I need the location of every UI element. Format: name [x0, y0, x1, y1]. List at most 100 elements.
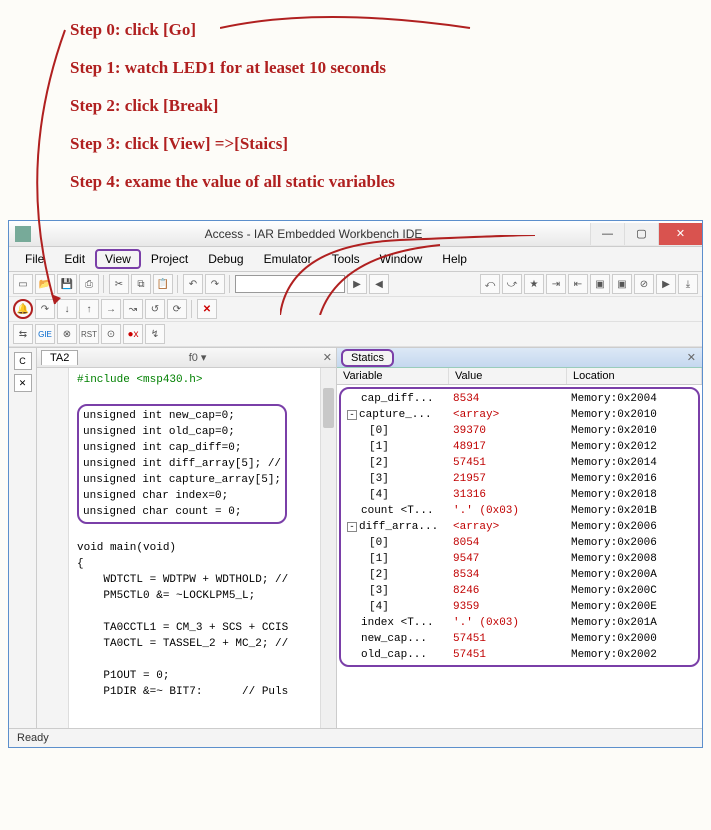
function-combo[interactable]: f0 ▾ — [189, 351, 207, 364]
statics-row[interactable]: count <T...'.' (0x03)Memory:0x201B — [341, 503, 698, 519]
statics-val-cell: 8246 — [453, 583, 571, 599]
undo-icon[interactable]: ↶ — [183, 274, 203, 294]
step-2: Step 2: click [Break] — [70, 96, 691, 116]
statics-val-cell: 39370 — [453, 423, 571, 439]
statics-row[interactable]: [3]8246Memory:0x200C — [341, 583, 698, 599]
statics-row[interactable]: [1]9547Memory:0x2008 — [341, 551, 698, 567]
statics-loc-cell: Memory:0x2018 — [571, 487, 698, 503]
statics-rows-highlight: cap_diff...8534Memory:0x2004-capture_...… — [339, 387, 700, 667]
statics-val-cell: 8534 — [453, 567, 571, 583]
scroll-thumb[interactable] — [323, 388, 334, 428]
statics-loc-cell: Memory:0x2006 — [571, 535, 698, 551]
col-variable[interactable]: Variable — [337, 368, 449, 384]
debug-go-icon[interactable]: ⤓ — [678, 274, 698, 294]
paste-icon[interactable]: 📋 — [153, 274, 173, 294]
statics-loc-cell: Memory:0x2002 — [571, 647, 698, 663]
menu-debug[interactable]: Debug — [198, 249, 253, 269]
autostep-icon[interactable]: ⟳ — [167, 299, 187, 319]
statics-var-cell: [4] — [341, 487, 453, 503]
redo-icon[interactable]: ↷ — [205, 274, 225, 294]
statics-var-cell: [3] — [341, 471, 453, 487]
menu-view[interactable]: View — [95, 249, 141, 269]
statics-loc-cell: Memory:0x2008 — [571, 551, 698, 567]
tool-e-icon[interactable]: ↯ — [145, 324, 165, 344]
reset-icon[interactable]: ↺ — [145, 299, 165, 319]
statics-val-cell: 8534 — [453, 391, 571, 407]
statics-row[interactable]: [4]9359Memory:0x200E — [341, 599, 698, 615]
strip-tab-x[interactable]: ✕ — [14, 374, 32, 392]
cut-icon[interactable]: ✂ — [109, 274, 129, 294]
statics-val-cell: 8054 — [453, 535, 571, 551]
compile-icon[interactable]: ▣ — [590, 274, 610, 294]
next-stmt-icon[interactable]: ↝ — [123, 299, 143, 319]
statics-row[interactable]: [2]57451Memory:0x2014 — [341, 455, 698, 471]
code-body[interactable]: #include <msp430.h> unsigned int new_cap… — [37, 368, 336, 728]
statics-row[interactable]: -diff_arra...<array>Memory:0x2006 — [341, 519, 698, 535]
statics-loc-cell: Memory:0x201A — [571, 615, 698, 631]
statics-row[interactable]: [0]8054Memory:0x2006 — [341, 535, 698, 551]
tool-a-icon[interactable]: ⇆ — [13, 324, 33, 344]
minimize-button[interactable]: — — [590, 223, 624, 245]
nav-icon-2[interactable]: ⇤ — [568, 274, 588, 294]
statics-val-cell: 57451 — [453, 647, 571, 663]
separator — [103, 275, 105, 293]
statics-val-cell: 21957 — [453, 471, 571, 487]
strip-tab-c[interactable]: C — [14, 352, 32, 370]
statics-tab[interactable]: Statics — [341, 349, 394, 367]
statics-loc-cell: Memory:0x2006 — [571, 519, 698, 535]
statics-val-cell: 9547 — [453, 551, 571, 567]
tree-toggle-icon[interactable]: - — [347, 522, 357, 532]
statics-row[interactable]: cap_diff...8534Memory:0x2004 — [341, 391, 698, 407]
statics-loc-cell: Memory:0x201B — [571, 503, 698, 519]
content-area: C ✕ TA2 f0 ▾ ✕ #include <msp430.h> unsig… — [9, 348, 702, 728]
col-value[interactable]: Value — [449, 368, 567, 384]
statics-row[interactable]: -capture_...<array>Memory:0x2010 — [341, 407, 698, 423]
statics-val-cell: '.' (0x03) — [453, 503, 571, 519]
maximize-button[interactable]: ▢ — [624, 223, 658, 245]
code-body-text: void main(void) { WDTCTL = WDTPW + WDTHO… — [77, 542, 288, 698]
statics-close-icon[interactable]: ✕ — [687, 351, 696, 364]
tool-b-icon[interactable]: ⊗ — [57, 324, 77, 344]
statics-var-cell: [1] — [341, 439, 453, 455]
statics-val-cell: 9359 — [453, 599, 571, 615]
statics-row[interactable]: [2]8534Memory:0x200A — [341, 567, 698, 583]
statics-var-cell: [0] — [341, 535, 453, 551]
statics-var-cell: -diff_arra... — [341, 519, 453, 535]
statics-row[interactable]: [0]39370Memory:0x2010 — [341, 423, 698, 439]
statics-var-cell: [1] — [341, 551, 453, 567]
statics-var-cell: [3] — [341, 583, 453, 599]
statics-row[interactable]: [1]48917Memory:0x2012 — [341, 439, 698, 455]
statics-row[interactable]: [4]31316Memory:0x2018 — [341, 487, 698, 503]
code-pane-close-icon[interactable]: ✕ — [323, 351, 332, 364]
make-icon[interactable]: ▣ — [612, 274, 632, 294]
tool-c-icon[interactable]: ⊙ — [101, 324, 121, 344]
break-icon[interactable]: ✕ — [197, 299, 217, 319]
col-location[interactable]: Location — [567, 368, 702, 384]
left-tool-strip: C ✕ — [9, 348, 37, 728]
statusbar: Ready — [9, 728, 702, 747]
code-scrollbar[interactable] — [320, 368, 336, 728]
close-button[interactable]: ✕ — [658, 223, 702, 245]
debug-icon[interactable]: ▶ — [656, 274, 676, 294]
statics-row[interactable]: new_cap...57451Memory:0x2000 — [341, 631, 698, 647]
statics-var-cell: new_cap... — [341, 631, 453, 647]
statics-row[interactable]: old_cap...57451Memory:0x2002 — [341, 647, 698, 663]
menu-project[interactable]: Project — [141, 249, 198, 269]
code-tab[interactable]: TA2 — [41, 350, 78, 365]
copy-icon[interactable]: ⧉ — [131, 274, 151, 294]
nav-icon[interactable]: ⇥ — [546, 274, 566, 294]
gie-icon[interactable]: GIE — [35, 324, 55, 344]
statics-loc-cell: Memory:0x2010 — [571, 423, 698, 439]
statics-val-cell: <array> — [453, 519, 571, 535]
tool-d-icon[interactable]: ●x — [123, 324, 143, 344]
include-line: #include <msp430.h> — [77, 374, 202, 386]
statics-row[interactable]: [3]21957Memory:0x2016 — [341, 471, 698, 487]
run-to-icon[interactable]: → — [101, 299, 121, 319]
rst-icon[interactable]: RST — [79, 324, 99, 344]
stop-build-icon[interactable]: ⊘ — [634, 274, 654, 294]
annotation-overlay: Step 0: click [Go] Step 1: watch LED1 fo… — [0, 0, 711, 220]
tree-toggle-icon[interactable]: - — [347, 410, 357, 420]
statics-var-cell: [2] — [341, 455, 453, 471]
code-text[interactable]: #include <msp430.h> unsigned int new_cap… — [37, 368, 336, 704]
statics-row[interactable]: index <T...'.' (0x03)Memory:0x201A — [341, 615, 698, 631]
